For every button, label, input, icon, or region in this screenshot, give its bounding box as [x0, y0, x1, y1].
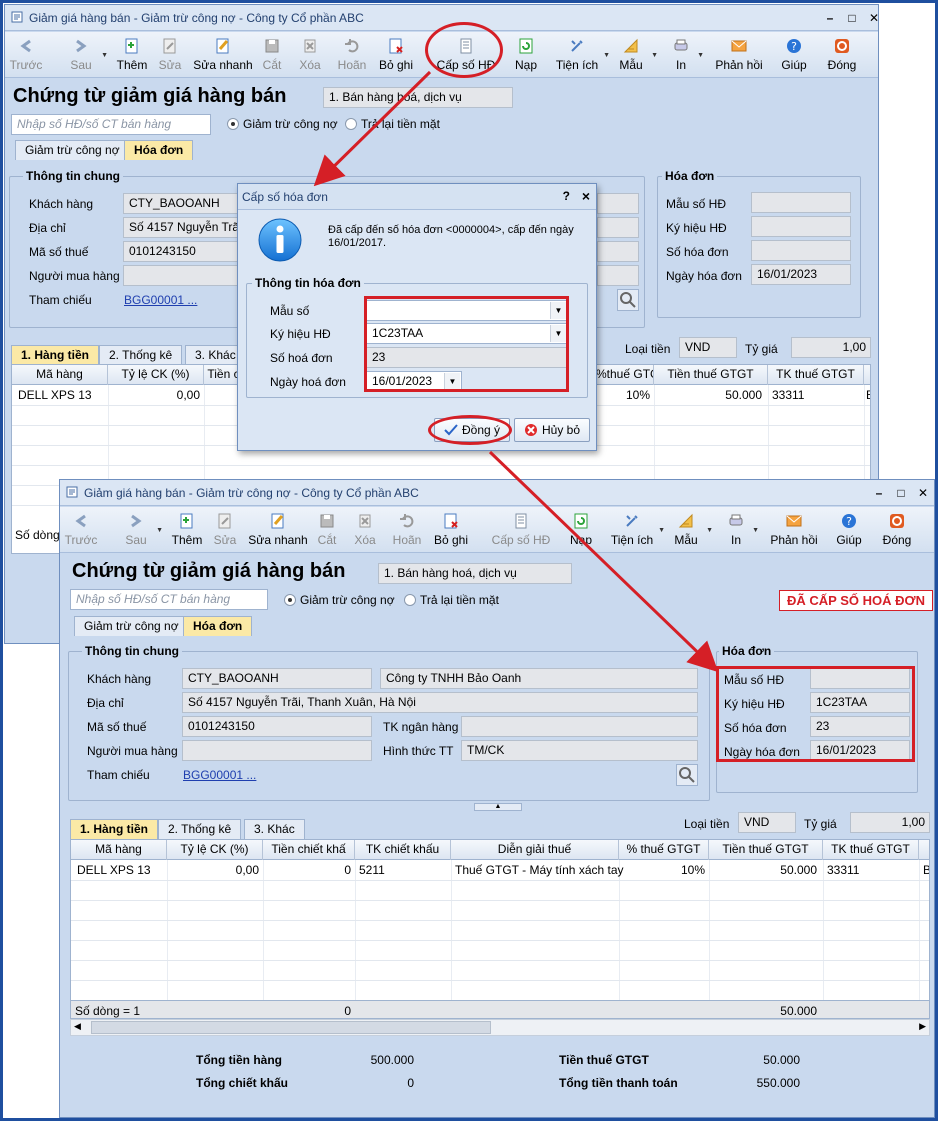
arrow-to-dialog — [313, 70, 432, 187]
annotation-arrows — [313, 70, 719, 673]
arrow-to-result — [488, 450, 719, 673]
